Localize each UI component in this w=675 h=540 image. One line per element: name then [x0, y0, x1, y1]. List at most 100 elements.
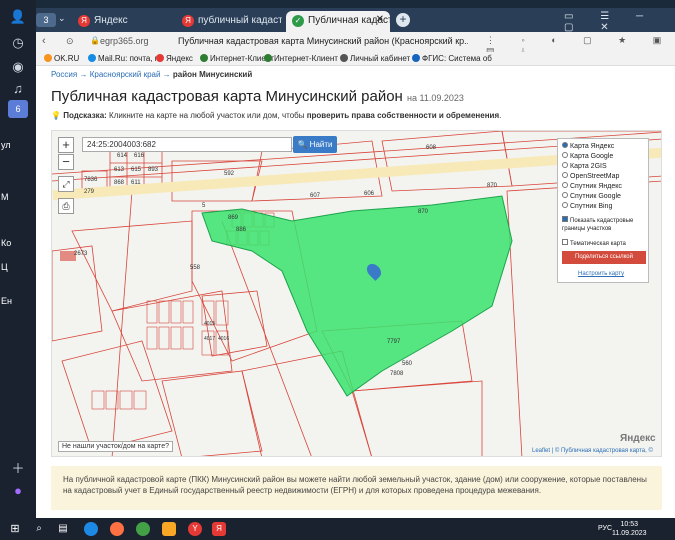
bookmark-item[interactable]: OK.RU	[44, 54, 79, 63]
bank-icon	[200, 54, 208, 62]
firefox-icon[interactable]	[110, 522, 124, 536]
add-icon[interactable]: ＋	[8, 460, 28, 478]
chat-icon[interactable]: ◉	[8, 58, 28, 76]
os-left-panel: 👤 ◷ ◉ ♫ 6 ＋ ●	[0, 0, 36, 518]
radio-icon[interactable]	[562, 182, 568, 188]
layers-panel: Карта Яндекс Карта Google Карта 2GIS Ope…	[557, 138, 649, 283]
show-borders-option[interactable]: Показать кадастровые границы участков	[562, 216, 644, 236]
parcel-label: 869	[228, 215, 239, 221]
radio-icon[interactable]	[562, 162, 568, 168]
print-icon[interactable]: ⎙	[58, 198, 74, 214]
find-button[interactable]: 🔍 Найти	[293, 136, 337, 153]
zoom-out-button[interactable]: −	[58, 154, 74, 170]
tab-label: публичный кадастровый	[198, 15, 282, 26]
tab-count[interactable]: 3	[36, 13, 56, 27]
folder-icon[interactable]	[162, 522, 176, 536]
bank-icon	[264, 54, 272, 62]
breadcrumb-region[interactable]: Красноярский край	[90, 70, 161, 79]
fullscreen-icon[interactable]: ⤢	[58, 176, 74, 192]
yandex-icon: Я	[182, 15, 194, 27]
yandex-icon[interactable]: Я	[212, 522, 226, 536]
radio-icon[interactable]	[562, 202, 568, 208]
task-view-icon[interactable]: ▤	[56, 522, 70, 536]
window-controls[interactable]: ▭ ☰ ─ ▢ ✕	[564, 11, 675, 33]
bookmarks-bar: OK.RU Mail.Ru: почта, по Яндекс Интернет…	[36, 52, 675, 66]
bookmark-item[interactable]: Интернет-Клиент	[264, 54, 338, 63]
alice-icon[interactable]: ●	[8, 482, 28, 500]
lightbulb-icon: 💡	[51, 111, 61, 120]
yandex-logo-icon[interactable]: ⊙	[66, 36, 74, 47]
layer-option[interactable]: Карта 2GIS	[562, 162, 644, 172]
profile-icon[interactable]: 👤	[8, 8, 28, 26]
checkbox-icon[interactable]	[562, 216, 568, 222]
tabs-dropdown-icon[interactable]: ⌄	[58, 13, 66, 24]
new-tab-button[interactable]: +	[396, 13, 410, 27]
not-found-button[interactable]: Не нашли участок/дом на карте?	[58, 441, 173, 452]
clock[interactable]: 10:53 11.09.2023	[612, 520, 647, 538]
bookmark-item[interactable]: Личный кабинет	[340, 54, 410, 63]
parcel-label: 4016	[218, 336, 230, 342]
parcel-label: 611	[131, 180, 141, 186]
parcel-label: 560	[402, 361, 413, 367]
breadcrumb-country[interactable]: Россия	[51, 70, 77, 79]
parcel-label: 606	[364, 191, 375, 197]
zoom-in-button[interactable]: +	[58, 137, 74, 153]
desktop-label: Ко	[1, 238, 12, 248]
address-host[interactable]: egrp365.org	[100, 36, 172, 48]
edge-icon[interactable]	[84, 522, 98, 536]
share-button[interactable]: Поделиться ссылкой	[562, 251, 646, 264]
chrome-icon[interactable]	[136, 522, 150, 536]
layer-option[interactable]: Спутник Яндекс	[562, 182, 644, 192]
bookmark-item[interactable]: Интернет-Клиент	[200, 54, 274, 63]
parcel-label: 2673	[74, 251, 88, 257]
address-bar: ‹ ⊙ 🔒 egrp365.org Публичная кадастровая …	[36, 32, 675, 56]
bookmark-item[interactable]: Яндекс	[156, 54, 193, 63]
parcel-label: 558	[190, 265, 201, 271]
checkbox-icon[interactable]	[562, 239, 568, 245]
music-icon[interactable]: ♫	[8, 80, 28, 98]
parcel-label: 4015	[204, 321, 216, 327]
tab-yandex[interactable]: Я Яндекс	[72, 11, 172, 32]
close-tab-icon[interactable]: ✕	[376, 14, 384, 25]
parcel-label: 608	[426, 145, 437, 151]
tab-cadastral-search[interactable]: Я публичный кадастровый	[176, 11, 282, 32]
parcel-label: 4017	[204, 336, 216, 342]
parcel-label: 893	[148, 167, 159, 173]
parcel-label: 7797	[387, 339, 401, 345]
layer-option[interactable]: Спутник Bing	[562, 202, 644, 212]
tab-cadastral-map[interactable]: ✓ Публичная кадастровая ✕	[286, 11, 390, 32]
lock-icon: 🔒	[90, 36, 100, 45]
radio-icon[interactable]	[562, 172, 568, 178]
parcel-label: 886	[236, 227, 247, 233]
bookmark-item[interactable]: Mail.Ru: почта, по	[88, 54, 164, 63]
page-title: Публичная кадастровая карта Минусинский …	[51, 88, 464, 105]
layer-option[interactable]: OpenStreetMap	[562, 172, 644, 182]
bookmark-item[interactable]: ФГИС: Система об	[412, 54, 492, 63]
yandex-logo: Яндекс	[620, 433, 656, 444]
ok-icon	[44, 54, 52, 62]
setup-map-link[interactable]: Настроить карту	[578, 271, 624, 277]
search-input[interactable]: 24:25:2004003:682	[82, 137, 292, 152]
parcel-label: 279	[84, 189, 95, 195]
radio-icon[interactable]	[562, 142, 568, 148]
layer-option[interactable]: Карта Google	[562, 152, 644, 162]
layer-option[interactable]: Карта Яндекс	[562, 142, 644, 152]
map-credits[interactable]: Leaflet | © Публичная кадастровая карта,…	[532, 448, 653, 454]
fgis-icon	[412, 54, 420, 62]
taskbar: ⊞ ⌕ ▤ Y Я РУС 10:53 11.09.2023	[0, 518, 675, 540]
parcel-label: 614	[117, 153, 128, 159]
radio-icon[interactable]	[562, 152, 568, 158]
layer-option[interactable]: Спутник Google	[562, 192, 644, 202]
windows-start-icon[interactable]: ⊞	[8, 522, 22, 536]
thematic-option[interactable]: Тематическая карта	[562, 239, 644, 249]
search-icon[interactable]: ⌕	[32, 522, 46, 536]
back-icon[interactable]: ‹	[42, 35, 46, 47]
parcel-label: 616	[134, 153, 145, 159]
cadastral-map[interactable]: 614 616 613 615 893 868 611 7836 279 592…	[51, 130, 662, 457]
address-page-title[interactable]: Публичная кадастровая карта Минусинский …	[178, 36, 468, 48]
history-icon[interactable]: ◷	[8, 34, 28, 52]
radio-icon[interactable]	[562, 192, 568, 198]
sidebar-badge[interactable]: 6	[8, 100, 28, 118]
yandex-browser-icon[interactable]: Y	[188, 522, 202, 536]
language-indicator[interactable]: РУС	[598, 525, 612, 532]
